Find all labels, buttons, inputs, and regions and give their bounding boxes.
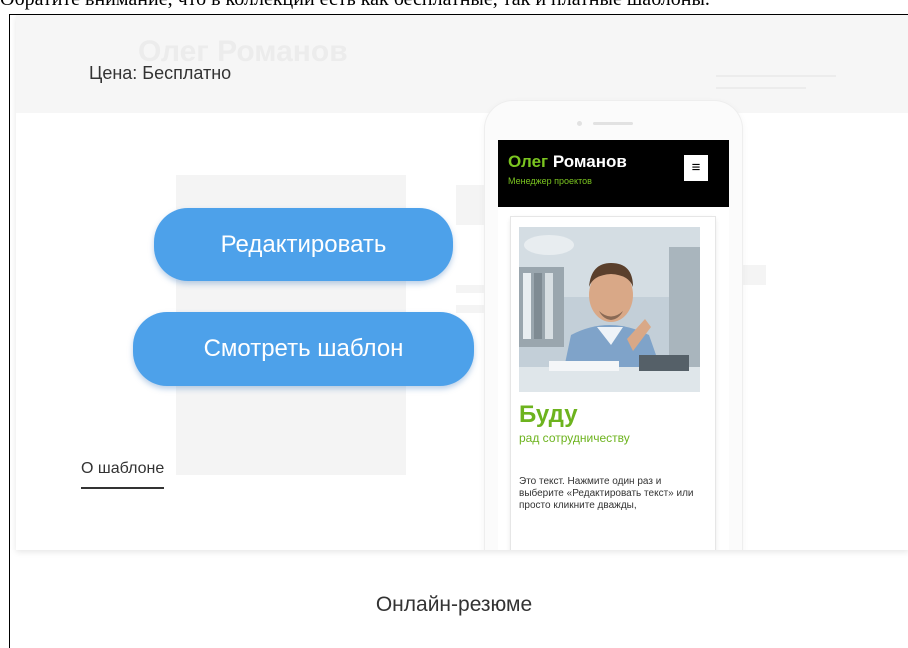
site-header: Олег Романов Менеджер проектов ≡ <box>498 140 729 207</box>
mobile-preview-screen: Олег Романов Менеджер проектов ≡ Буду ра… <box>498 140 729 550</box>
promo-body-text: Это текст. Нажмите один раз и выберите «… <box>519 476 694 511</box>
site-name: Олег Романов <box>508 152 627 172</box>
site-name-last: Романов <box>552 152 627 171</box>
template-frame: Олег Романов Цена: Бесплатно Редактирова… <box>9 14 908 648</box>
promo-subheading: рад сотрудничеству <box>519 431 630 445</box>
ghost-nav-line <box>716 75 836 77</box>
profile-photo <box>519 227 700 392</box>
ghost-nav-line <box>716 87 806 89</box>
edit-button[interactable]: Редактировать <box>154 208 453 281</box>
cut-off-page-text: Обратите внимание, что в коллекции есть … <box>0 0 908 10</box>
hamburger-menu-icon: ≡ <box>684 155 708 181</box>
phone-speaker <box>593 122 633 125</box>
site-name-first: Олег <box>508 152 549 171</box>
site-subtitle: Менеджер проектов <box>508 176 592 186</box>
template-card: Олег Романов Цена: Бесплатно Редактирова… <box>16 15 908 550</box>
profile-card: Буду рад сотрудничеству Это текст. Нажми… <box>511 217 715 550</box>
about-template-link[interactable]: О шаблоне <box>81 460 165 489</box>
promo-heading: Буду <box>519 401 578 428</box>
view-template-button[interactable]: Смотреть шаблон <box>133 312 474 386</box>
mobile-preview-phone: Олег Романов Менеджер проектов ≡ Буду ра… <box>485 101 742 550</box>
phone-camera-dot <box>577 121 582 126</box>
price-label: Цена: Бесплатно <box>89 63 232 83</box>
template-caption: Онлайн-резюме <box>375 593 533 616</box>
